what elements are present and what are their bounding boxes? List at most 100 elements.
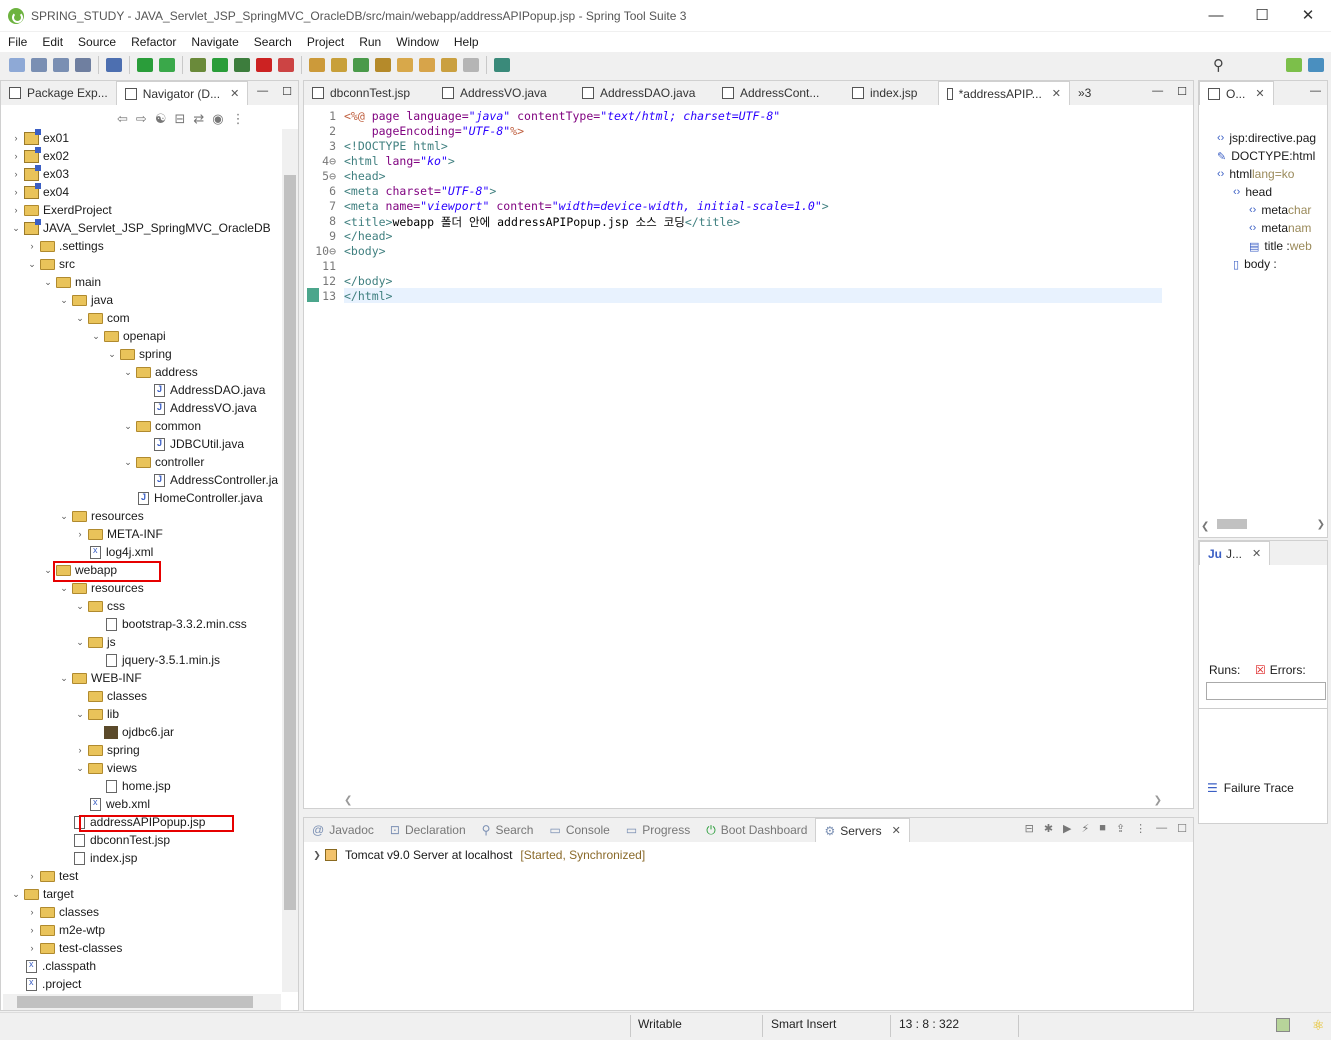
toolbar-icon[interactable] [234, 58, 250, 72]
menu-help[interactable]: Help [446, 35, 486, 49]
minimize-button[interactable]: — [1193, 0, 1239, 30]
chevron-down-icon[interactable]: ⌄ [75, 601, 85, 612]
bottom-tab-progress[interactable]: ▭ Progress [618, 818, 698, 842]
editor-tab-overflow[interactable]: »3 [1070, 81, 1099, 105]
toolbar-icon[interactable] [9, 58, 25, 72]
tree-item[interactable]: classes [75, 687, 147, 705]
chevron-right-icon[interactable]: › [11, 187, 21, 197]
tab-junit[interactable]: Ju J... ✕ [1199, 541, 1271, 565]
maximize-view-icon[interactable]: ☐ [282, 85, 292, 98]
tree-item[interactable]: .classpath [11, 957, 96, 975]
tree-item[interactable]: ⌄ openapi [91, 327, 166, 345]
tree-item[interactable]: .project [11, 975, 81, 992]
chevron-down-icon[interactable]: ⌄ [59, 583, 69, 594]
tree-item[interactable]: › spring [75, 741, 140, 759]
editor-tab[interactable]: AddressVO.java [434, 81, 574, 105]
tree-item[interactable]: AddressController.ja [139, 471, 278, 489]
minimize-view-icon[interactable]: — [1156, 822, 1167, 835]
tree-item[interactable]: ⌄ WEB-INF [59, 669, 141, 687]
outline-item[interactable]: ‹› html lang=ko [1217, 165, 1294, 183]
tree-item[interactable]: ⌄ address [123, 363, 197, 381]
close-icon[interactable]: ✕ [230, 87, 239, 100]
toolbar-icon[interactable] [106, 58, 122, 72]
chevron-down-icon[interactable]: ⌄ [75, 637, 85, 648]
tree-item[interactable]: dbconnTest.jsp [59, 831, 170, 849]
bottom-tab-declaration[interactable]: ⊡ Declaration [382, 818, 474, 842]
menu-project[interactable]: Project [299, 35, 351, 49]
chevron-right-icon[interactable]: › [11, 169, 21, 179]
server-row[interactable]: ❯ Tomcat v9.0 Server at localhost [Start… [312, 848, 645, 862]
tree-item[interactable]: AddressVO.java [139, 399, 257, 417]
tree-item[interactable]: › ExerdProject [11, 201, 112, 219]
maximize-view-icon[interactable]: ☐ [1177, 822, 1187, 835]
tree-item[interactable]: ⌄ com [75, 309, 129, 327]
outline-item[interactable]: ‹› meta char [1249, 201, 1311, 219]
menu-window[interactable]: Window [388, 35, 446, 49]
tree-item[interactable]: index.jsp [59, 849, 137, 867]
chevron-down-icon[interactable]: ⌄ [43, 565, 53, 576]
tree-item[interactable]: ⌄ JAVA_Servlet_JSP_SpringMVC_OracleDB [11, 218, 271, 237]
tree-item[interactable]: ⌄ main [43, 273, 101, 291]
close-icon[interactable]: ✕ [1052, 87, 1061, 100]
chevron-down-icon[interactable]: ⌄ [11, 889, 21, 900]
minimize-view-icon[interactable]: — [1152, 85, 1163, 98]
code-editor[interactable]: 1 <%@ page language="java" contentType="t… [304, 107, 1174, 787]
toolbar-icon[interactable] [375, 58, 391, 72]
toolbar-icon[interactable] [419, 58, 435, 72]
tree-item[interactable]: ⌄ views [75, 759, 137, 777]
toolbar-icon[interactable] [309, 58, 325, 72]
tree-item[interactable]: › ex02 [11, 146, 69, 165]
expand-icon[interactable]: ❯ [312, 850, 322, 861]
chevron-down-icon[interactable]: ⌄ [107, 349, 117, 360]
tree-item[interactable]: › META-INF [75, 525, 163, 543]
chevron-right-icon[interactable]: › [11, 133, 21, 143]
view-menu-icon[interactable]: ⋮ [232, 111, 245, 127]
perspective-java-ee-icon[interactable] [1286, 58, 1302, 72]
bottom-tab-console[interactable]: ▭ Console [541, 818, 617, 842]
chevron-down-icon[interactable]: ⌄ [27, 259, 37, 270]
chevron-down-icon[interactable]: ⌄ [59, 673, 69, 684]
toolbar-icon[interactable] [137, 58, 153, 72]
outline-horizontal-scrollbar[interactable]: ❮ ❯ [1201, 519, 1325, 533]
tab-package-explorer[interactable]: Package Exp... [1, 81, 116, 105]
chevron-down-icon[interactable]: ⌄ [59, 295, 69, 306]
editor-horizontal-scrollbar[interactable]: ❮ ❯ [344, 795, 1162, 809]
toolbar-icon[interactable] [353, 58, 369, 72]
server-icon[interactable]: ⊟ [1025, 822, 1034, 835]
chevron-down-icon[interactable]: ⌄ [91, 331, 101, 342]
tree-item[interactable]: ⌄ js [75, 633, 115, 651]
menu-source[interactable]: Source [70, 35, 123, 49]
tree-item[interactable]: ⌄ common [123, 417, 201, 435]
menu-run[interactable]: Run [351, 35, 388, 49]
tree-item[interactable]: › classes [27, 903, 100, 921]
chevron-right-icon[interactable]: › [75, 745, 85, 755]
start-icon[interactable]: ▶ [1063, 822, 1071, 835]
tree-item[interactable]: JDBCUtil.java [139, 435, 244, 453]
back-icon[interactable]: ⇦ [117, 111, 128, 127]
chevron-right-icon[interactable]: › [11, 151, 21, 161]
tree-item[interactable]: ⌄ lib [75, 705, 119, 723]
tree-item[interactable]: › ex01 [11, 129, 69, 147]
tree-item[interactable]: ⌄ target [11, 885, 73, 903]
outline-item[interactable]: ▯ body : [1233, 255, 1277, 273]
tree-item[interactable]: home.jsp [91, 777, 171, 795]
chevron-down-icon[interactable]: ⌄ [75, 763, 85, 774]
toolbar-icon[interactable] [494, 58, 510, 72]
toolbar-icon[interactable] [397, 58, 413, 72]
chevron-right-icon[interactable]: › [27, 925, 37, 935]
maximize-view-icon[interactable]: ☐ [1177, 85, 1187, 98]
collapse-all-icon[interactable]: ⊟ [174, 111, 185, 127]
toolbar-icon[interactable] [159, 58, 175, 72]
tree-item[interactable]: › test-classes [27, 939, 123, 957]
close-icon[interactable]: ✕ [1252, 547, 1261, 560]
chevron-right-icon[interactable]: › [27, 907, 37, 917]
tab-navigator[interactable]: Navigator (D... ✕ [115, 81, 249, 105]
profile-icon[interactable]: ⚡ [1082, 822, 1090, 835]
chevron-right-icon[interactable]: › [27, 871, 37, 881]
close-button[interactable]: ✕ [1285, 0, 1331, 30]
minimize-view-icon[interactable]: — [1310, 85, 1321, 97]
tree-item[interactable]: › ex03 [11, 164, 69, 183]
toolbar-icon[interactable] [463, 58, 479, 72]
close-icon[interactable]: ✕ [892, 824, 901, 837]
toolbar-icon[interactable] [75, 58, 91, 72]
